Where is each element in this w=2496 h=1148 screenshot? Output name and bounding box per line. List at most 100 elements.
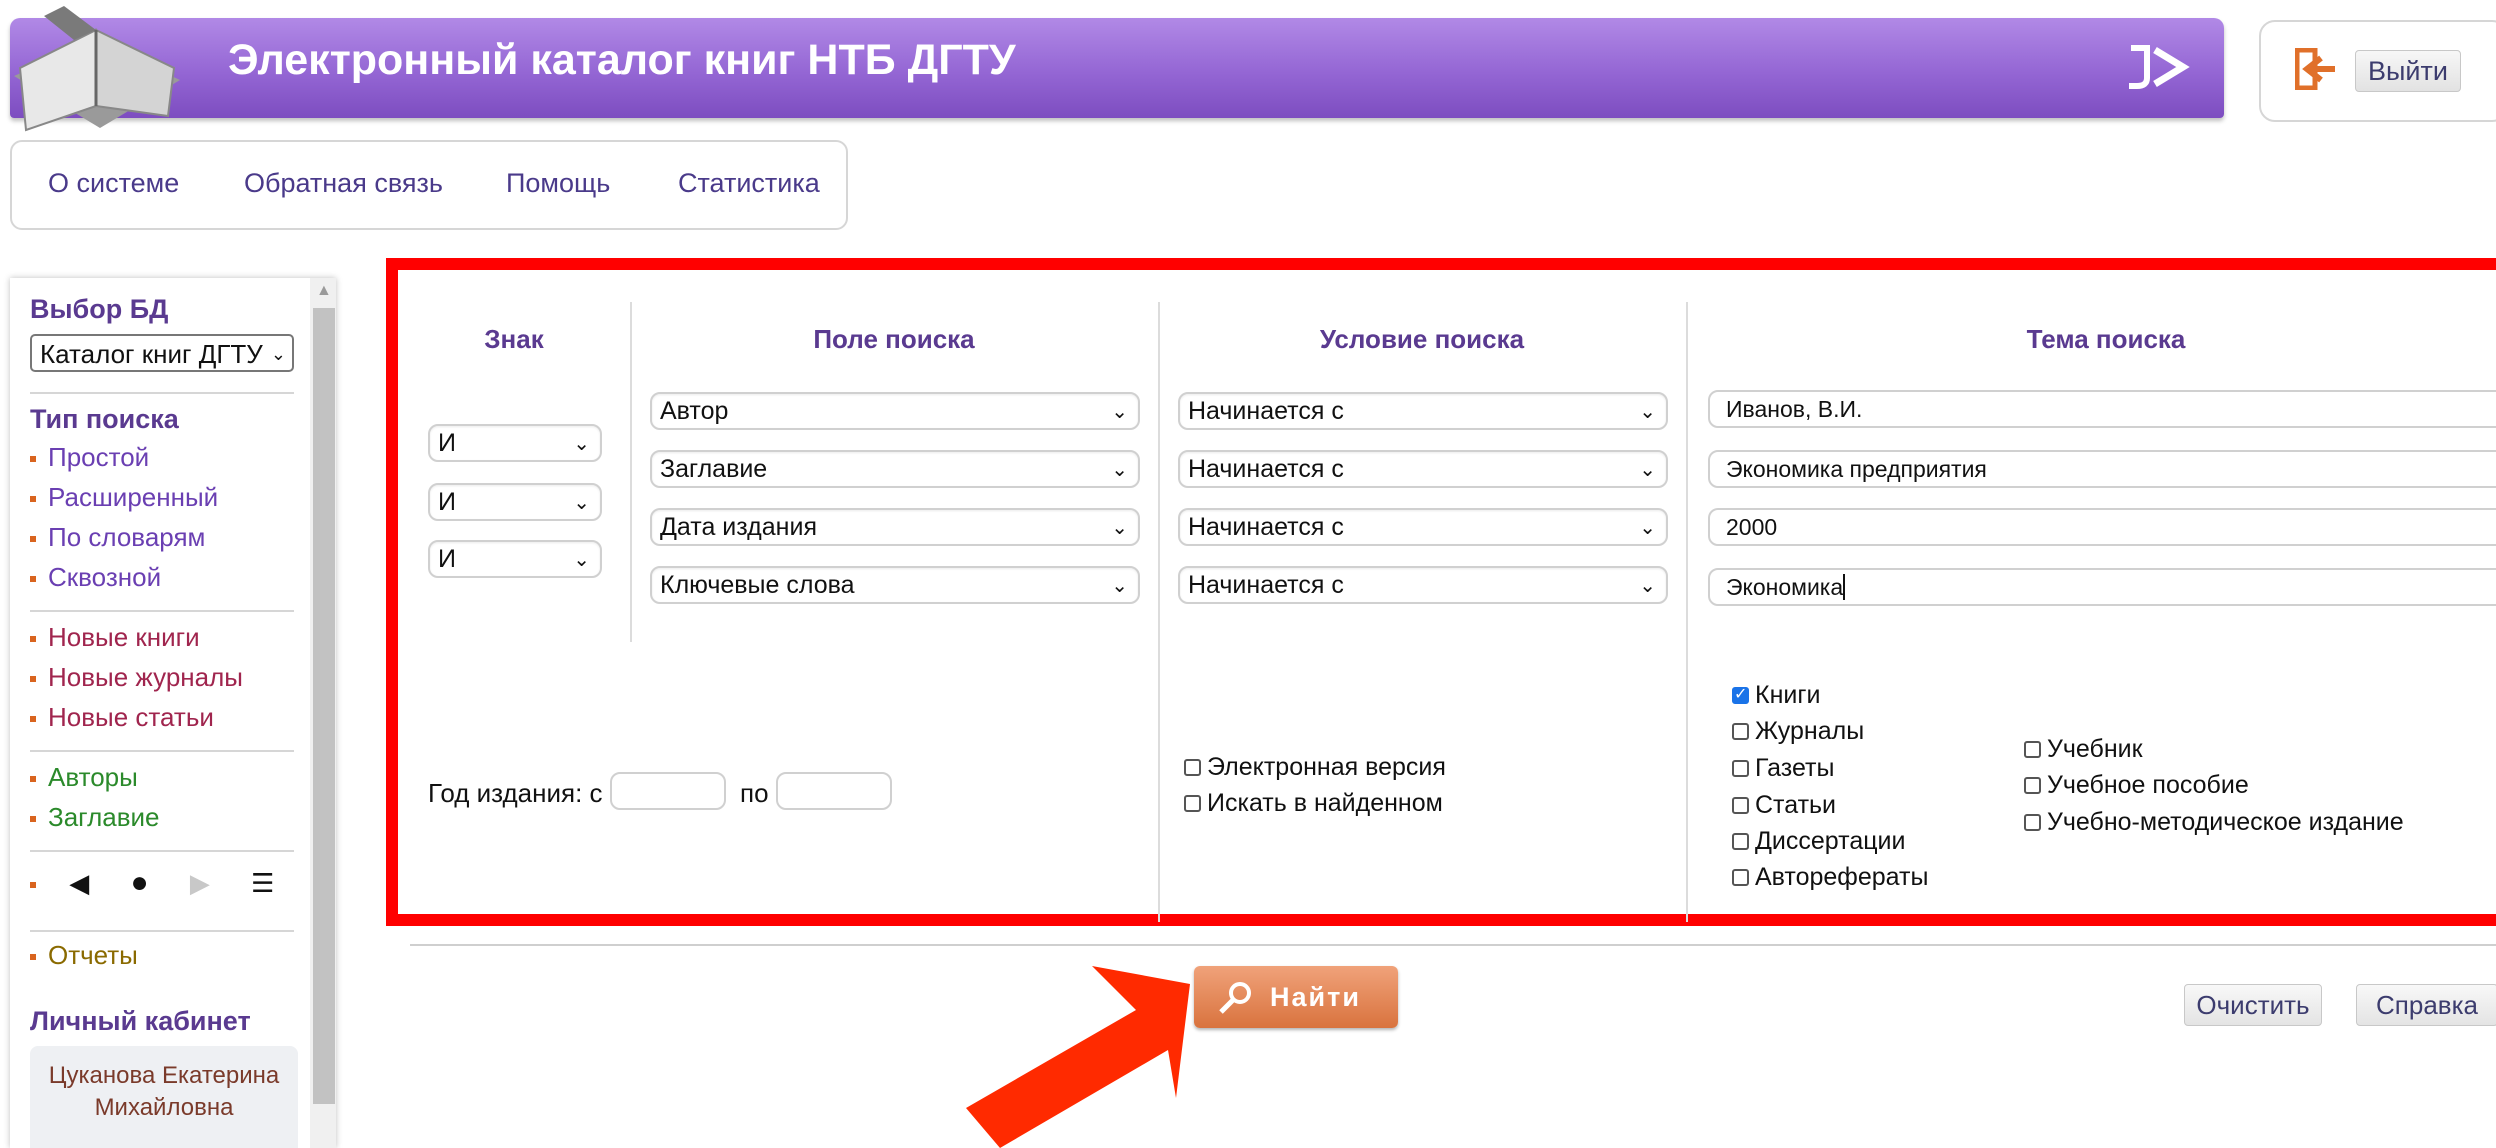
search-condition-select[interactable]: Начинается с ⌄ <box>1178 566 1668 604</box>
doc-type-newspapers-checkbox[interactable]: Газеты <box>1732 753 1834 783</box>
chevron-down-icon: ⌄ <box>1111 517 1128 539</box>
titles-link[interactable]: Заглавие <box>30 802 160 833</box>
bullet-icon <box>30 954 36 961</box>
find-button[interactable]: Найти <box>1194 966 1398 1028</box>
chevron-down-icon: ⌄ <box>1639 459 1656 481</box>
new-articles-link[interactable]: Новые статьи <box>30 702 214 733</box>
sign-select[interactable]: И ⌄ <box>428 540 602 578</box>
menu-help[interactable]: Помощь <box>506 168 610 199</box>
user-name-line1: Цуканова Екатерина <box>48 1062 280 1089</box>
new-journals-link[interactable]: Новые журналы <box>30 662 243 693</box>
search-topic-input[interactable]: Экономика <box>1708 568 2496 606</box>
pub-type-textbook-checkbox[interactable]: Учебник <box>2024 734 2143 764</box>
doc-type-journals-checkbox[interactable]: Журналы <box>1732 716 1864 746</box>
new-books-link[interactable]: Новые книги <box>30 622 200 653</box>
user-card[interactable]: Цуканова Екатерина Михайловна <box>30 1046 298 1148</box>
topic-header: Тема поиска <box>2026 324 2186 354</box>
year-to-label: по <box>740 778 769 808</box>
search-type-through[interactable]: Сквозной <box>30 562 161 593</box>
forward-icon[interactable]: ▶ <box>190 868 210 898</box>
pub-type-methodical-checkbox[interactable]: Учебно-методическое издание <box>2024 807 2404 837</box>
bullet-icon <box>30 636 36 643</box>
sign-select[interactable]: И ⌄ <box>428 483 602 521</box>
doc-type-books-checkbox[interactable]: Книги <box>1732 680 1820 710</box>
electronic-version-checkbox[interactable]: Электронная версия <box>1184 752 1446 782</box>
chevron-down-icon: ⌄ <box>1111 459 1128 481</box>
bullet-icon <box>30 536 36 543</box>
search-topic-input[interactable]: Экономика предприятия <box>1708 450 2496 488</box>
chevron-down-icon: ⌄ <box>1111 401 1128 423</box>
chevron-down-icon: ⌄ <box>573 433 590 455</box>
search-topic-input[interactable]: 2000 <box>1708 508 2496 546</box>
search-type-extended[interactable]: Расширенный <box>30 482 218 513</box>
divider <box>30 930 294 932</box>
logout-button[interactable]: Выйти <box>2355 50 2461 92</box>
sign-select[interactable]: И ⌄ <box>428 424 602 462</box>
sign-header: Знак <box>484 324 544 354</box>
search-field-select[interactable]: Ключевые слова ⌄ <box>650 566 1140 604</box>
doc-type-abstracts-checkbox[interactable]: Авторефераты <box>1732 862 1928 892</box>
bullet-icon <box>30 882 36 889</box>
chevron-down-icon: ⌄ <box>573 549 590 571</box>
brand-mark-icon <box>2129 45 2190 89</box>
top-menu: О системе Обратная связь Помощь Статисти… <box>10 140 848 230</box>
search-field-select[interactable]: Дата издания ⌄ <box>650 508 1140 546</box>
search-topic-input[interactable]: Иванов, В.И. <box>1708 390 2496 428</box>
logout-icon[interactable] <box>2295 48 2339 90</box>
menu-feedback[interactable]: Обратная связь <box>244 168 443 199</box>
bullet-icon <box>30 676 36 683</box>
logout-panel: Выйти <box>2259 20 2496 122</box>
user-name-line2: Михайловна <box>94 1094 234 1121</box>
divider <box>30 750 294 752</box>
search-condition-select[interactable]: Начинается с ⌄ <box>1178 392 1668 430</box>
search-condition-select[interactable]: Начинается с ⌄ <box>1178 450 1668 488</box>
app-title: Электронный каталог книг НТБ ДГТУ <box>228 36 1016 84</box>
authors-link[interactable]: Авторы <box>30 762 138 793</box>
menu-statistics[interactable]: Статистика <box>678 168 820 199</box>
search-icon <box>1219 982 1251 1014</box>
db-select-value: Каталог книг ДГТУ <box>40 339 263 369</box>
search-type-dictionary[interactable]: По словарям <box>30 522 205 553</box>
bullet-icon <box>30 496 36 503</box>
bullet-icon <box>30 776 36 783</box>
field-header: Поле поиска <box>813 324 975 354</box>
clear-button[interactable]: Очистить <box>2184 984 2322 1026</box>
search-field-select[interactable]: Заглавие ⌄ <box>650 450 1140 488</box>
search-type-simple[interactable]: Простой <box>30 442 149 473</box>
sidebar-scrollbar[interactable]: ▲ <box>310 278 336 1148</box>
doc-type-articles-checkbox[interactable]: Статьи <box>1732 790 1836 820</box>
scroll-up-icon[interactable]: ▲ <box>316 282 332 300</box>
chevron-down-icon: ⌄ <box>1639 575 1656 597</box>
bullet-icon <box>30 716 36 723</box>
divider <box>410 944 2496 946</box>
bullet-icon <box>30 816 36 823</box>
back-icon[interactable]: ◀ <box>69 868 89 898</box>
doc-type-dissertations-checkbox[interactable]: Диссертации <box>1732 826 1905 856</box>
reports-link[interactable]: Отчеты <box>30 940 138 971</box>
record-icon[interactable]: ● <box>130 866 148 899</box>
menu-icon[interactable]: ☰ <box>251 868 274 898</box>
annotation-arrow-icon <box>966 966 1190 1148</box>
pub-type-study-guide-checkbox[interactable]: Учебное пособие <box>2024 770 2249 800</box>
search-condition-select[interactable]: Начинается с ⌄ <box>1178 508 1668 546</box>
search-field-select[interactable]: Автор ⌄ <box>650 392 1140 430</box>
chevron-down-icon: ⌄ <box>1111 575 1128 597</box>
sidebar: Выбор БД Каталог книг ДГТУ ⌄ Тип поиска … <box>10 278 336 1148</box>
help-button[interactable]: Справка <box>2356 984 2496 1026</box>
column-divider <box>1158 302 1160 922</box>
menu-about[interactable]: О системе <box>48 168 179 199</box>
chevron-down-icon: ⌄ <box>270 344 286 364</box>
text-cursor <box>1843 574 1846 600</box>
db-select[interactable]: Каталог книг ДГТУ ⌄ <box>30 334 294 372</box>
bullet-icon <box>30 456 36 463</box>
divider <box>30 610 294 612</box>
chevron-down-icon: ⌄ <box>1639 401 1656 423</box>
search-in-results-checkbox[interactable]: Искать в найденном <box>1184 788 1443 818</box>
year-to-input[interactable] <box>776 772 892 810</box>
chevron-down-icon: ⌄ <box>573 492 590 514</box>
search-form: Знак Поле поиска Условие поиска Тема пои… <box>386 258 2496 926</box>
book-logo-icon <box>14 6 180 132</box>
year-from-input[interactable] <box>610 772 726 810</box>
app-header: Электронный каталог книг НТБ ДГТУ <box>10 18 2224 118</box>
scrollbar-thumb[interactable] <box>313 308 335 1104</box>
